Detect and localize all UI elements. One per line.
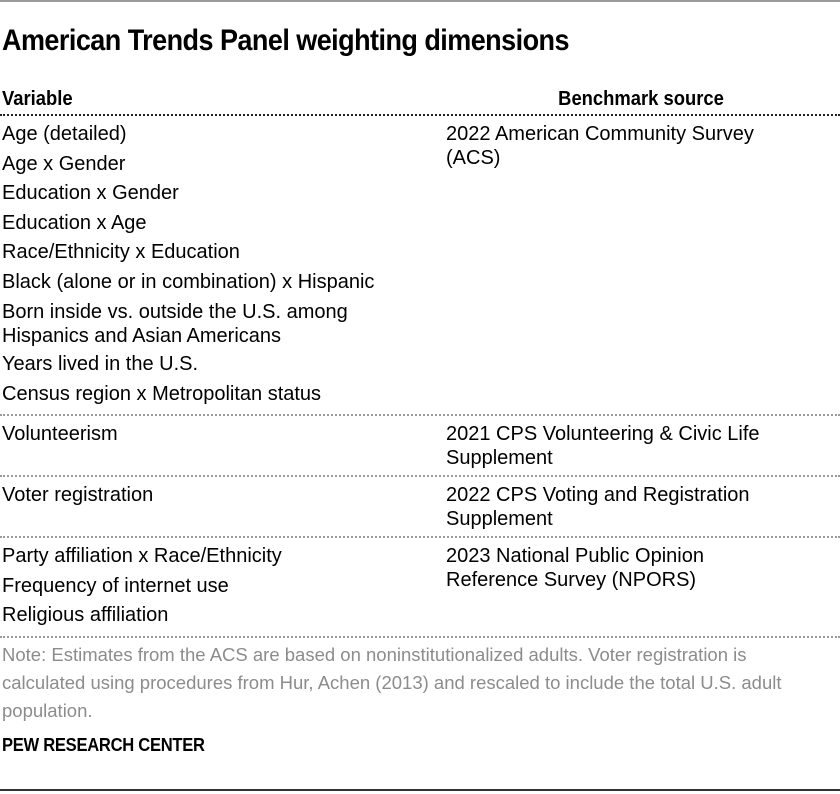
benchmark-source-cell: 2022 CPS Voting and Registration Supplem… [446, 484, 750, 530]
variables-cell: Party affiliation x Race/Ethnicity Frequ… [0, 542, 446, 631]
footnote: Note: Estimates from the ACS are based o… [2, 644, 782, 721]
variable-item: Party affiliation x Race/Ethnicity [2, 545, 282, 567]
variable-item: Race/Ethnicity x Education [2, 241, 240, 263]
variable-item: Religious affiliation [2, 604, 169, 626]
variable-item: Frequency of internet use [2, 574, 229, 597]
table-row-group-volunteering: Volunteerism 2021 CPS Volunteering & Civ… [0, 416, 840, 477]
variable-item: Education x Gender [2, 182, 179, 204]
bottom-rule [0, 789, 840, 791]
variable-item: Education x Age [2, 211, 147, 234]
table-row-group-acs: Age (detailed) Age x Gender Education x … [0, 116, 840, 416]
benchmark-source-cell: 2021 CPS Volunteering & Civic Life Suppl… [446, 423, 760, 469]
variable-item: Volunteerism [2, 423, 118, 445]
variable-item: Age x Gender [2, 152, 126, 175]
variable-item: Age (detailed) [2, 123, 127, 145]
variable-item: Years lived in the U.S. [2, 353, 199, 375]
weighting-table: Variable Benchmark source Age (detailed)… [0, 86, 840, 638]
variables-cell: Voter registration [0, 481, 446, 531]
benchmark-source-cell: 2022 American Community Survey (ACS) [446, 123, 754, 169]
variable-item: Born inside vs. outside the U.S. among H… [2, 301, 348, 347]
variable-item: Black (alone or in combination) x Hispan… [2, 270, 375, 293]
source-credit: PEW RESEARCH CENTER [2, 735, 205, 755]
variable-item: Voter registration [2, 484, 154, 506]
variables-cell: Age (detailed) Age x Gender Education x … [0, 120, 446, 409]
table-header: Variable Benchmark source [0, 86, 840, 116]
variable-item: Census region x Metropolitan status [2, 382, 322, 405]
top-rule [0, 0, 840, 2]
header-variable: Variable [2, 88, 73, 110]
benchmark-source-cell: 2023 National Public Opinion Reference S… [446, 545, 704, 591]
header-benchmark-source: Benchmark source [558, 88, 724, 110]
table-row-group-voting: Voter registration 2022 CPS Voting and R… [0, 477, 840, 538]
page-title: American Trends Panel weighting dimensio… [2, 24, 569, 57]
variables-cell: Volunteerism [0, 420, 446, 470]
table-row-group-npors: Party affiliation x Race/Ethnicity Frequ… [0, 538, 840, 638]
